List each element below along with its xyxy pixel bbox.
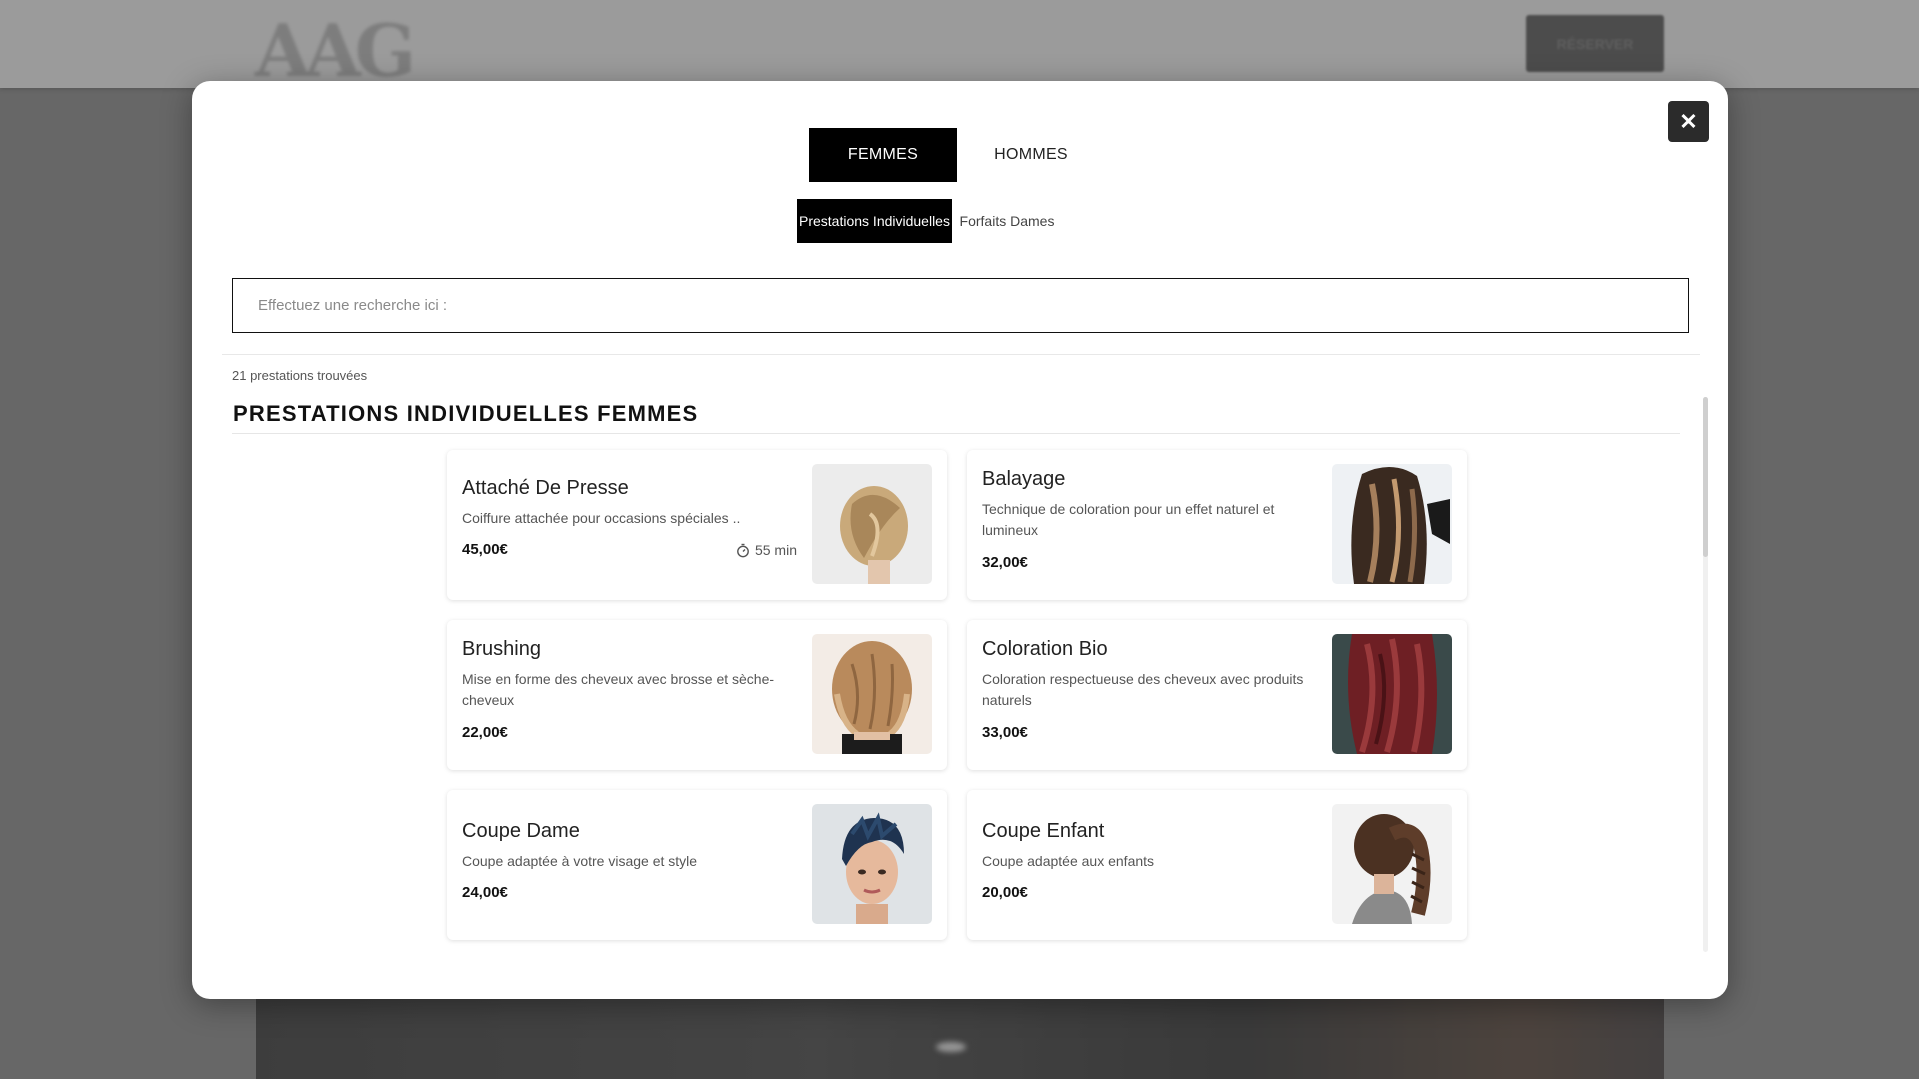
updo-hair-photo (812, 464, 932, 584)
service-price: 32,00€ (982, 554, 1028, 571)
service-description: Coiffure attachée pour occasions spécial… (462, 510, 741, 526)
tab-hommes[interactable]: HOMMES (957, 128, 1105, 182)
result-count: 21 prestations trouvées (232, 368, 368, 383)
service-card[interactable]: Balayage Technique de coloration pour un… (967, 450, 1467, 600)
search-input[interactable] (232, 278, 1689, 333)
service-description: Coloration respectueuse des cheveux avec… (982, 671, 1304, 708)
stopwatch-icon (737, 543, 749, 557)
tab-prestations-individuelles[interactable]: Prestations Individuelles (797, 199, 952, 243)
service-price: 33,00€ (982, 724, 1028, 741)
service-name: Balayage (982, 468, 1066, 490)
service-description: Technique de coloration pour un effet na… (982, 501, 1275, 538)
service-price: 45,00€ (462, 541, 508, 558)
scrollbar[interactable] (1703, 397, 1708, 952)
service-image (1332, 464, 1452, 584)
service-name: Coupe Dame (462, 820, 580, 842)
tab-femmes[interactable]: FEMMES (809, 128, 957, 182)
close-icon: ✕ (1679, 108, 1698, 134)
service-image (812, 634, 932, 754)
service-price: 24,00€ (462, 884, 508, 901)
section-title: PRESTATIONS INDIVIDUELLES FEMMES (233, 401, 699, 426)
service-name: Brushing (462, 638, 541, 660)
divider (222, 354, 1700, 355)
scrollbar-thumb[interactable] (1703, 397, 1708, 557)
duration-text: 55 min (754, 542, 797, 558)
braided-ponytail-photo (1332, 804, 1452, 924)
service-duration: 55 min (736, 542, 797, 558)
service-card[interactable]: Coupe Dame Coupe adaptée à votre visage … (447, 790, 947, 940)
service-name: Coupe Enfant (982, 820, 1105, 842)
gender-tabs: FEMMES HOMMES (809, 128, 1105, 182)
pixie-cut-photo (812, 804, 932, 924)
service-card[interactable]: Coloration Bio Coloration respectueuse d… (967, 620, 1467, 770)
service-price: 22,00€ (462, 724, 508, 741)
service-card[interactable]: Brushing Mise en forme des cheveux avec … (447, 620, 947, 770)
tab-forfaits-dames[interactable]: Forfaits Dames (952, 199, 1062, 243)
service-name: Coloration Bio (982, 638, 1108, 660)
close-button[interactable]: ✕ (1668, 101, 1709, 142)
service-card[interactable]: Attaché De Presse Coiffure attachée pour… (447, 450, 947, 600)
red-hair-photo (1332, 634, 1452, 754)
section-divider (232, 433, 1680, 434)
balayage-hair-photo (1332, 464, 1452, 584)
service-description: Mise en forme des cheveux avec brosse et… (462, 671, 775, 708)
service-card[interactable]: Coupe Enfant Coupe adaptée aux enfants 2… (967, 790, 1467, 940)
services-modal: ✕ FEMMES HOMMES Prestations Individuelle… (192, 81, 1728, 999)
service-image (812, 464, 932, 584)
service-name: Attaché De Presse (462, 477, 629, 499)
service-description: Coupe adaptée aux enfants (982, 853, 1155, 869)
service-image (812, 804, 932, 924)
service-price: 20,00€ (982, 884, 1028, 901)
service-image (1332, 634, 1452, 754)
service-image (1332, 804, 1452, 924)
category-tabs: Prestations Individuelles Forfaits Dames (797, 199, 1062, 243)
blowdry-hair-photo (812, 634, 932, 754)
service-description: Coupe adaptée à votre visage et style (462, 853, 698, 869)
